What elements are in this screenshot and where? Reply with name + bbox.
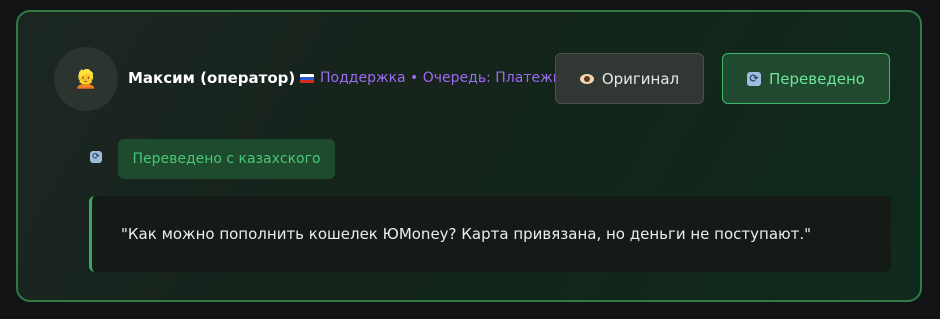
russia-flag-icon [300, 73, 314, 83]
refresh-icon: ⟳ [747, 71, 762, 86]
original-button-label: Оригинал [601, 69, 680, 88]
queue-info: Поддержка • Очередь: Платежи [300, 70, 562, 86]
message-card: 👱 Максим (оператор) Поддержка • Очередь:… [16, 10, 922, 302]
message-text: "Как можно пополнить кошелек ЮMoney? Кар… [121, 225, 812, 243]
operator-name: Максим (оператор) [128, 69, 296, 87]
queue-label: Поддержка • Очередь: Платежи [320, 70, 562, 86]
translated-button[interactable]: ⟳ Переведено [722, 53, 890, 104]
translation-badge-label: Переведено с казахского [132, 151, 321, 167]
original-button[interactable]: Оригинал [555, 53, 704, 104]
translated-button-label: Переведено [769, 69, 865, 88]
person-icon: 👱 [74, 68, 98, 90]
operator-avatar: 👱 [54, 47, 118, 111]
message-body: "Как можно пополнить кошелек ЮMoney? Кар… [89, 196, 891, 272]
refresh-icon: ⟳ [90, 151, 102, 163]
eye-icon [579, 73, 594, 84]
translation-badge: Переведено с казахского [118, 139, 335, 179]
